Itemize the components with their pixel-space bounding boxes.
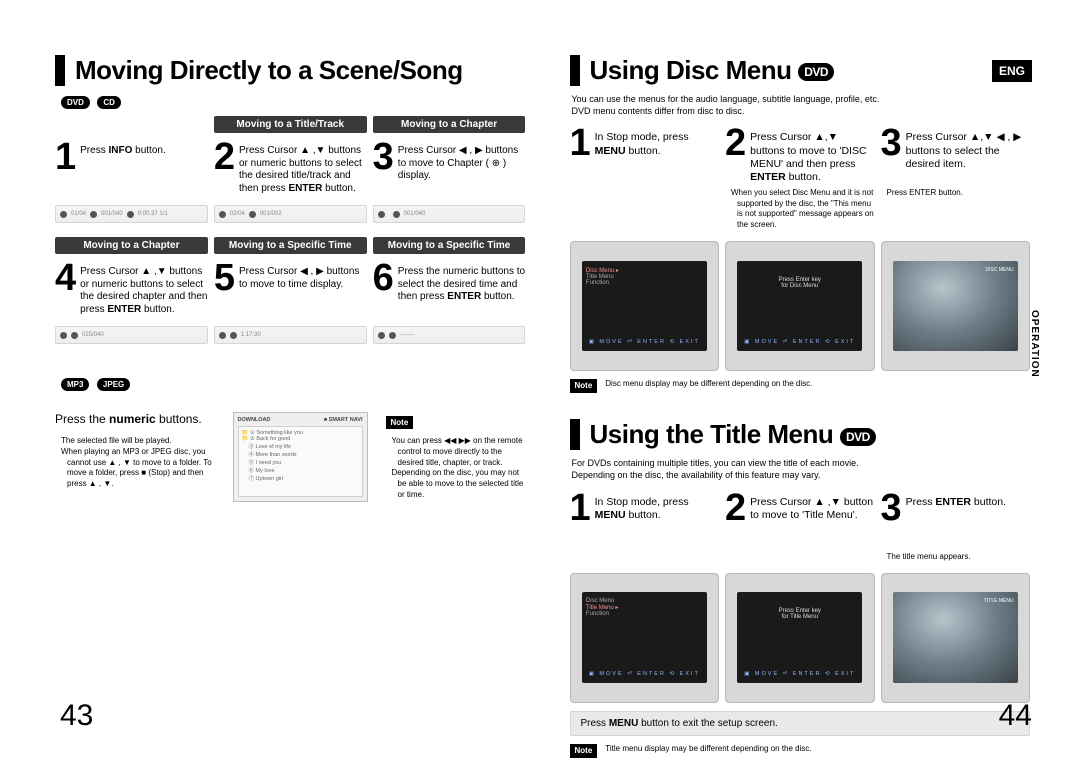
- disc-step-2-text: Press Cursor ▲,▼ buttons to move to 'DIS…: [750, 127, 874, 184]
- section-title-menu: Using the Title Menu DVD For DVDs contai…: [570, 419, 1031, 758]
- disc-tv-notes: When you select Disc Menu and it is not …: [570, 188, 1031, 231]
- step-1: 1 Press INFO button.: [55, 141, 208, 197]
- row-b-headers: Moving to a Chapter Moving to a Specific…: [55, 237, 526, 258]
- info-strip: 001/040: [373, 205, 526, 223]
- header-time-1: Moving to a Specific Time: [214, 237, 367, 254]
- step-5: 5 Press Cursor ◀ , ▶ buttons to move to …: [214, 262, 367, 318]
- page-right: Using Disc Menu DVD You can use the menu…: [548, 55, 1041, 733]
- titlemenu-tvs: Disc MenuTitle Menu ▸Function▣ MOVE ⏎ EN…: [570, 567, 1031, 703]
- note-label: Note: [386, 416, 414, 429]
- title-bar-title-menu: Using the Title Menu DVD: [570, 419, 1031, 450]
- mp3-bullet-2: When playing an MP3 or JPEG disc, you ca…: [61, 447, 215, 490]
- note-label: Note: [570, 379, 598, 393]
- step-4-text: Press Cursor ▲ ,▼ buttons or numeric but…: [80, 262, 208, 316]
- title-tvnote-3: The title menu appears.: [887, 552, 1031, 563]
- section-title: Using the Title Menu DVD: [590, 419, 1031, 450]
- title-step-1: 1 In Stop mode, press MENU button.: [570, 492, 720, 548]
- step-5-text: Press Cursor ◀ , ▶ buttons to move to ti…: [239, 262, 367, 291]
- page-title: Moving Directly to a Scene/Song: [75, 55, 526, 86]
- badge-dvd: DVD: [798, 63, 834, 81]
- tv-thumb: Press Enter keyfor Title Menu▣ MOVE ⏎ EN…: [725, 573, 875, 703]
- step-3: 3 Press Cursor ◀ , ▶ buttons to move to …: [373, 141, 526, 197]
- step-6-text: Press the numeric buttons to select the …: [398, 262, 526, 304]
- mp3-badges: MP3 JPEG: [61, 376, 526, 394]
- disc-tvnote-2: When you select Disc Menu and it is not …: [731, 188, 875, 231]
- mp3-note-col: Note You can press ◀◀ ▶▶ on the remote c…: [386, 412, 526, 501]
- titlemenu-note: Title menu display may be different depe…: [605, 744, 811, 755]
- badge-jpeg: JPEG: [97, 378, 130, 391]
- titlemenu-steps: 1 In Stop mode, press MENU button. 2 Pre…: [570, 492, 1031, 548]
- header-chapter: Moving to a Chapter: [373, 116, 526, 133]
- disc-step-1: 1 In Stop mode, press MENU button.: [570, 127, 720, 184]
- exit-instruction-bar: Press MENU button to exit the setup scre…: [570, 711, 1031, 736]
- badge-cd: CD: [97, 96, 121, 109]
- info-strip: 01/04001/0400:00:37 1/1: [55, 205, 208, 223]
- section-title: Using Disc Menu DVD: [590, 55, 1031, 86]
- file-browser-thumb: DOWNLOAD ■ SMART NAVI 📁 ① Something like…: [233, 412, 368, 502]
- step-1-text: Press INFO button.: [80, 141, 166, 158]
- tv-thumb: Disc MenuTitle Menu ▸Function▣ MOVE ⏎ EN…: [570, 573, 720, 703]
- disc-note: Disc menu display may be different depen…: [605, 379, 812, 390]
- window-title-right: ■ SMART NAVI: [324, 417, 363, 423]
- row-a-strips: 01/04001/0400:00:37 1/1 02/04001/002 001…: [55, 201, 526, 233]
- title-step-1-text: In Stop mode, press MENU button.: [595, 492, 719, 522]
- title-bar-disc: Using Disc Menu DVD: [570, 55, 1031, 86]
- window-body: 📁 ① Something like you 📁 ② Back for good…: [238, 426, 363, 497]
- mp3-bullet-1: The selected file will be played.: [61, 436, 215, 447]
- step-6: 6 Press the numeric buttons to select th…: [373, 262, 526, 318]
- window-title-left: DOWNLOAD: [238, 417, 271, 423]
- disc-note-row: Note Disc menu display may be different …: [570, 379, 1031, 393]
- badge-dvd: DVD: [61, 96, 90, 109]
- row-b-strips: 025/040 1:17:30 --:--:--: [55, 322, 526, 354]
- step-4: 4 Press Cursor ▲ ,▼ buttons or numeric b…: [55, 262, 208, 318]
- info-strip: --:--:--: [373, 326, 526, 344]
- header-chapter-2: Moving to a Chapter: [55, 237, 208, 254]
- disc-step-3: 3 Press Cursor ▲,▼ ◀ , ▶ buttons to sele…: [881, 127, 1031, 184]
- note-bullet-2: Depending on the disc, you may not be ab…: [392, 468, 526, 500]
- disc-badges: DVD CD: [61, 94, 526, 112]
- section-subtitle: For DVDs containing multiple titles, you…: [572, 458, 1031, 481]
- tv-thumb-photo: DISC MENU: [881, 241, 1031, 371]
- note-label: Note: [570, 744, 598, 758]
- titlemenu-tv-notes: The title menu appears.: [570, 552, 1031, 563]
- header-title-track: Moving to a Title/Track: [214, 116, 367, 133]
- page-left: Moving Directly to a Scene/Song DVD CD M…: [55, 55, 548, 733]
- mp3-instruction: Press the numeric buttons.: [55, 412, 215, 426]
- tv-thumb-photo: TITLE MENU: [881, 573, 1031, 703]
- title-step-2: 2 Press Cursor ▲ ,▼ button to move to 'T…: [725, 492, 875, 548]
- tv-thumb: Disc Menu ▸Title MenuFunction▣ MOVE ⏎ EN…: [570, 241, 720, 371]
- row-b-steps: 4 Press Cursor ▲ ,▼ buttons or numeric b…: [55, 262, 526, 318]
- tv-thumb: Press Enter keyfor Disc Menu▣ MOVE ⏎ ENT…: [725, 241, 875, 371]
- section-subtitle: You can use the menus for the audio lang…: [572, 94, 1031, 117]
- note-bullet-1: You can press ◀◀ ▶▶ on the remote contro…: [392, 436, 526, 468]
- title-step-3: 3 Press ENTER button.: [881, 492, 1031, 548]
- mp3-row: Press the numeric buttons. The selected …: [55, 412, 526, 502]
- info-strip: 1:17:30: [214, 326, 367, 344]
- row-a-steps: 1 Press INFO button. 2 Press Cursor ▲ ,▼…: [55, 141, 526, 197]
- disc-step-2: 2 Press Cursor ▲,▼ buttons to move to 'D…: [725, 127, 875, 184]
- badge-dvd: DVD: [840, 428, 876, 446]
- page-number-right: 44: [999, 699, 1032, 733]
- title-step-3-text: Press ENTER button.: [906, 492, 1006, 509]
- disc-tvnote-3: Press ENTER button.: [887, 188, 1031, 231]
- header-time-2: Moving to a Specific Time: [373, 237, 526, 254]
- section-disc-menu: Using Disc Menu DVD You can use the menu…: [570, 55, 1031, 393]
- badge-mp3: MP3: [61, 378, 89, 391]
- title-bar-left: Moving Directly to a Scene/Song: [55, 55, 526, 86]
- disc-tvs: Disc Menu ▸Title MenuFunction▣ MOVE ⏎ EN…: [570, 235, 1031, 371]
- disc-step-3-text: Press Cursor ▲,▼ ◀ , ▶ buttons to select…: [906, 127, 1030, 170]
- disc-steps: 1 In Stop mode, press MENU button. 2 Pre…: [570, 127, 1031, 184]
- mp3-text-col: Press the numeric buttons. The selected …: [55, 412, 215, 490]
- step-2: 2 Press Cursor ▲ ,▼ buttons or numeric b…: [214, 141, 367, 197]
- row-a-headers: Moving to a Title/Track Moving to a Chap…: [55, 116, 526, 137]
- titlemenu-note-row: Note Title menu display may be different…: [570, 744, 1031, 758]
- title-step-2-text: Press Cursor ▲ ,▼ button to move to 'Tit…: [750, 492, 874, 522]
- step-2-text: Press Cursor ▲ ,▼ buttons or numeric but…: [239, 141, 367, 195]
- info-strip: 02/04001/002: [214, 205, 367, 223]
- disc-step-1-text: In Stop mode, press MENU button.: [595, 127, 719, 157]
- page-number-left: 43: [60, 699, 93, 733]
- info-strip: 025/040: [55, 326, 208, 344]
- step-3-text: Press Cursor ◀ , ▶ buttons to move to Ch…: [398, 141, 526, 183]
